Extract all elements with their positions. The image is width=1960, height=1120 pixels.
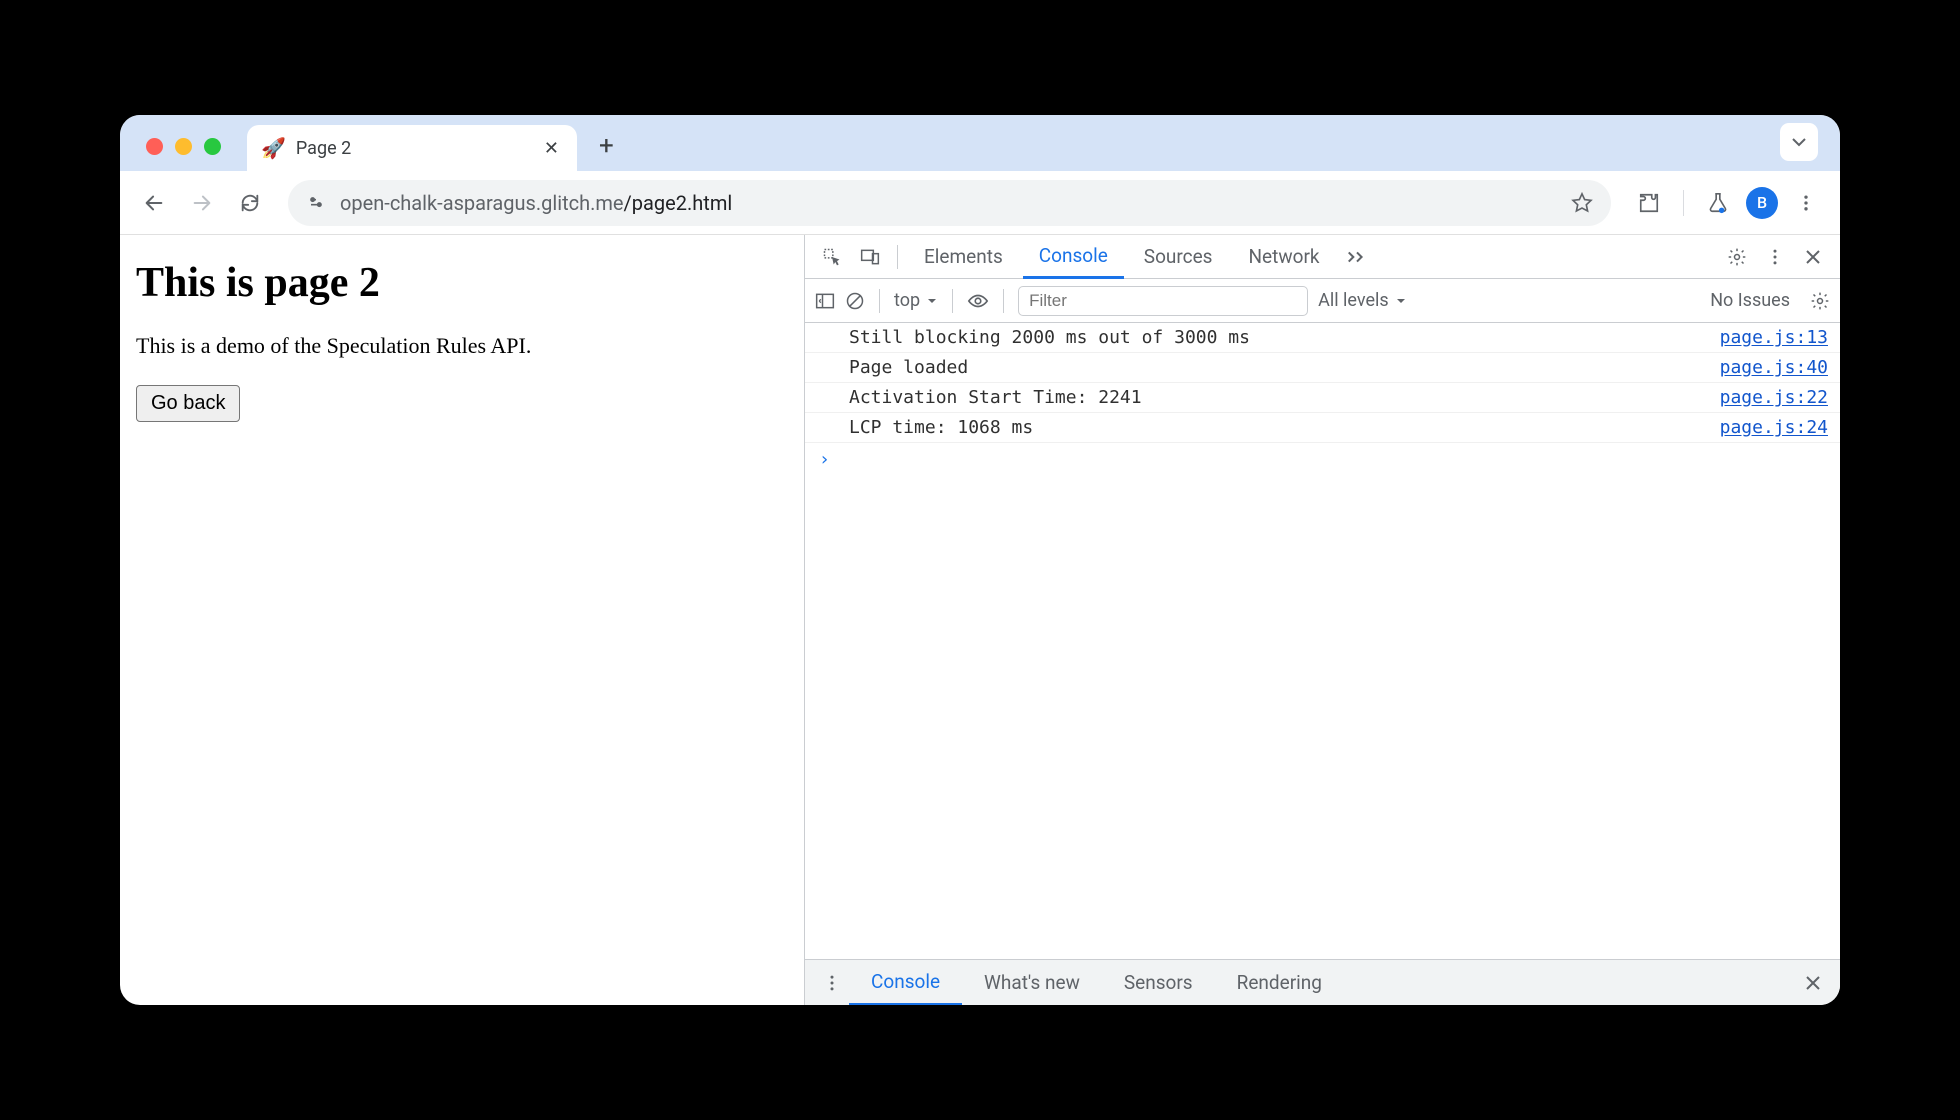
ban-icon [845, 291, 865, 311]
labs-button[interactable] [1698, 183, 1738, 223]
gear-icon [1810, 291, 1830, 311]
toggle-sidebar-button[interactable] [815, 292, 835, 310]
devtools-tabbar: Elements Console Sources Network [805, 235, 1840, 279]
close-tab-button[interactable]: ✕ [540, 138, 563, 159]
new-tab-button[interactable]: + [577, 131, 636, 171]
bookmark-button[interactable] [1571, 192, 1593, 214]
drawer-tab-sensors[interactable]: Sensors [1102, 960, 1215, 1005]
drawer-close-button[interactable] [1796, 975, 1830, 991]
tab-elements[interactable]: Elements [908, 235, 1019, 278]
tab-sources[interactable]: Sources [1128, 235, 1229, 278]
devices-icon [859, 247, 881, 267]
browser-toolbar: open-chalk-asparagus.glitch.me/page2.htm… [120, 171, 1840, 235]
page-paragraph: This is a demo of the Speculation Rules … [136, 333, 788, 359]
drawer-tab-rendering[interactable]: Rendering [1215, 960, 1344, 1005]
console-settings-button[interactable] [1810, 291, 1830, 311]
inspect-icon [822, 247, 842, 267]
panel-left-icon [815, 292, 835, 310]
content-area: This is page 2 This is a demo of the Spe… [120, 235, 1840, 1005]
log-source-link[interactable]: page.js:24 [1720, 417, 1828, 438]
device-toolbar-button[interactable] [853, 247, 887, 267]
log-levels-selector[interactable]: All levels [1318, 290, 1407, 311]
devtools-close-button[interactable] [1796, 249, 1830, 265]
browser-window: 🚀 Page 2 ✕ + open-chalk-asparagus.glitch… [120, 115, 1840, 1005]
back-button[interactable] [134, 183, 174, 223]
tab-network[interactable]: Network [1232, 235, 1335, 278]
dots-vertical-icon [1767, 247, 1783, 267]
dots-vertical-icon [1796, 193, 1816, 213]
log-message: Page loaded [849, 357, 1720, 378]
arrow-right-icon [191, 192, 213, 214]
context-label: top [894, 290, 920, 311]
issues-indicator[interactable]: No Issues [1710, 290, 1790, 311]
page-heading: This is page 2 [136, 259, 788, 307]
devtools-drawer: Console What's new Sensors Rendering [805, 959, 1840, 1005]
devtools-menu-button[interactable] [1758, 247, 1792, 267]
chevron-double-right-icon [1346, 250, 1368, 264]
eye-icon [967, 292, 989, 310]
forward-button[interactable] [182, 183, 222, 223]
close-window-button[interactable] [146, 138, 163, 155]
console-output: Still blocking 2000 ms out of 3000 ms pa… [805, 323, 1840, 959]
clear-console-button[interactable] [845, 291, 865, 311]
drawer-tab-whatsnew[interactable]: What's new [962, 960, 1102, 1005]
devtools-panel: Elements Console Sources Network [805, 235, 1840, 1005]
console-toolbar: top All levels No Issues [805, 279, 1840, 323]
close-icon [1805, 975, 1821, 991]
rocket-icon: 🚀 [261, 136, 286, 160]
gear-icon [1727, 247, 1747, 267]
log-source-link[interactable]: page.js:40 [1720, 357, 1828, 378]
devtools-settings-button[interactable] [1720, 247, 1754, 267]
toolbar-divider [1683, 190, 1684, 216]
log-levels-label: All levels [1318, 290, 1389, 311]
drawer-menu-button[interactable] [815, 973, 849, 993]
tab-search-button[interactable] [1780, 123, 1818, 161]
console-log-row: Page loaded page.js:40 [805, 353, 1840, 383]
page-content: This is page 2 This is a demo of the Spe… [120, 235, 805, 1005]
log-message: Still blocking 2000 ms out of 3000 ms [849, 327, 1720, 348]
star-icon [1571, 192, 1593, 214]
console-log-row: LCP time: 1068 ms page.js:24 [805, 413, 1840, 443]
menu-button[interactable] [1786, 183, 1826, 223]
fullscreen-window-button[interactable] [204, 138, 221, 155]
arrow-left-icon [143, 192, 165, 214]
triangle-down-icon [926, 295, 938, 307]
profile-initial: B [1757, 193, 1767, 212]
more-tabs-button[interactable] [1340, 250, 1374, 264]
minimize-window-button[interactable] [175, 138, 192, 155]
log-message: Activation Start Time: 2241 [849, 387, 1720, 408]
reload-icon [239, 192, 261, 214]
address-bar[interactable]: open-chalk-asparagus.glitch.me/page2.htm… [288, 180, 1611, 226]
inspect-element-button[interactable] [815, 247, 849, 267]
tab-console[interactable]: Console [1023, 236, 1124, 279]
drawer-tab-console[interactable]: Console [849, 961, 962, 1006]
tab-strip: 🚀 Page 2 ✕ + [120, 115, 1840, 171]
go-back-button[interactable]: Go back [136, 385, 240, 422]
context-selector[interactable]: top [894, 290, 938, 311]
puzzle-icon [1638, 192, 1660, 214]
extensions-button[interactable] [1629, 183, 1669, 223]
dots-vertical-icon [824, 973, 840, 993]
console-log-row: Still blocking 2000 ms out of 3000 ms pa… [805, 323, 1840, 353]
log-message: LCP time: 1068 ms [849, 417, 1720, 438]
window-controls [132, 138, 237, 171]
tab-title: Page 2 [296, 138, 530, 159]
reload-button[interactable] [230, 183, 270, 223]
console-filter-input[interactable] [1018, 286, 1308, 316]
browser-tab[interactable]: 🚀 Page 2 ✕ [247, 125, 577, 171]
flask-icon [1707, 192, 1729, 214]
site-settings-icon[interactable] [306, 193, 326, 213]
chevron-down-icon [1791, 134, 1807, 150]
live-expression-button[interactable] [967, 292, 989, 310]
console-prompt[interactable]: › [805, 443, 1840, 476]
log-source-link[interactable]: page.js:13 [1720, 327, 1828, 348]
close-icon [1805, 249, 1821, 265]
console-log-row: Activation Start Time: 2241 page.js:22 [805, 383, 1840, 413]
log-source-link[interactable]: page.js:22 [1720, 387, 1828, 408]
url-text: open-chalk-asparagus.glitch.me/page2.htm… [340, 191, 732, 215]
triangle-down-icon [1395, 295, 1407, 307]
profile-button[interactable]: B [1746, 187, 1778, 219]
